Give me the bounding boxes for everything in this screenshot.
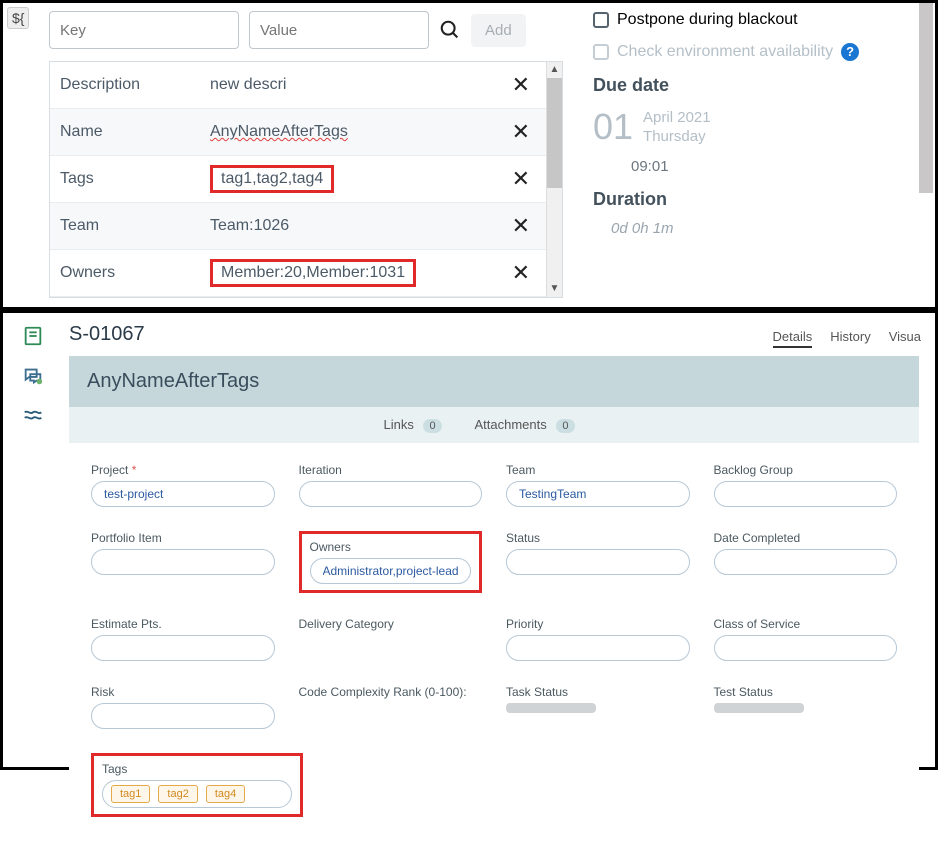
postpone-checkbox-line[interactable]: Postpone during blackout (593, 11, 915, 29)
project-label: Project (91, 463, 128, 477)
search-icon[interactable] (439, 19, 461, 41)
priority-label: Priority (506, 617, 690, 631)
delete-row-icon[interactable]: ✕ (506, 119, 536, 145)
tags-field[interactable]: tag1 tag2 tag4 (102, 780, 292, 808)
scroll-thumb[interactable] (547, 78, 562, 188)
delete-row-icon[interactable]: ✕ (506, 166, 536, 192)
date-completed-label: Date Completed (714, 531, 898, 545)
form-area: Project * Iteration Team Backlog Group (69, 443, 919, 861)
owners-label: Owners (310, 540, 472, 554)
checkbox-icon[interactable] (593, 12, 609, 28)
attachments-label[interactable]: Attachments (475, 417, 547, 432)
tag-chip[interactable]: tag1 (111, 785, 150, 803)
estimate-pts-label: Estimate Pts. (91, 617, 275, 631)
check-env-label: Check environment availability (617, 43, 833, 61)
row-value: new descri (210, 76, 506, 94)
task-status-bar (506, 703, 596, 713)
duration-value: 0d 0h 1m (611, 220, 915, 237)
estimate-pts-field[interactable] (91, 635, 275, 661)
team-label: Team (506, 463, 690, 477)
backlog-group-label: Backlog Group (714, 463, 898, 477)
kv-table: Description new descri ✕ Name AnyNameAft… (49, 61, 563, 298)
bottom-panel: S-01067 Details History Visua AnyNameAft… (0, 310, 938, 770)
scroll-up-icon[interactable]: ▲ (547, 62, 562, 78)
detail-tabs: Details History Visua (773, 329, 922, 348)
table-scrollbar[interactable]: ▲ ▼ (546, 62, 562, 297)
links-label[interactable]: Links (383, 417, 413, 432)
sub-band: Links 0 Attachments 0 (69, 407, 919, 443)
date-picker-display[interactable]: 01 April 2021 Thursday (593, 106, 915, 148)
add-button[interactable]: Add (471, 14, 526, 47)
scroll-down-icon[interactable]: ▼ (547, 281, 562, 297)
links-count: 0 (423, 419, 441, 433)
delete-row-icon[interactable]: ✕ (506, 72, 536, 98)
story-type-icon (22, 325, 44, 347)
row-value: tag1,tag2,tag4 (210, 165, 334, 193)
table-row: Name AnyNameAfterTags ✕ (50, 109, 546, 156)
test-status-label: Test Status (714, 685, 898, 699)
date-month-year: April 2021 (643, 108, 711, 128)
row-value: AnyNameAfterTags (210, 123, 348, 140)
portfolio-item-label: Portfolio Item (91, 531, 275, 545)
delivery-category-label: Delivery Category (299, 617, 483, 631)
table-row: Tags tag1,tag2,tag4 ✕ (50, 156, 546, 203)
backlog-group-field[interactable] (714, 481, 898, 507)
value-input[interactable] (249, 11, 429, 49)
tab-visual[interactable]: Visua (889, 329, 921, 348)
kv-input-row: Add (49, 11, 563, 49)
portfolio-item-field[interactable] (91, 549, 275, 575)
date-weekday: Thursday (643, 127, 711, 147)
duration-heading: Duration (593, 189, 915, 210)
priority-field[interactable] (506, 635, 690, 661)
help-icon[interactable]: ? (841, 43, 859, 61)
project-field[interactable] (91, 481, 275, 507)
team-field[interactable] (506, 481, 690, 507)
date-completed-field[interactable] (714, 549, 898, 575)
table-row: Description new descri ✕ (50, 62, 546, 109)
check-env-checkbox-line: Check environment availability ? (593, 43, 915, 61)
status-label: Status (506, 531, 690, 545)
iteration-field[interactable] (299, 481, 483, 507)
variable-picker-badge[interactable]: ${ (7, 7, 29, 29)
table-row: Team Team:1026 ✕ (50, 203, 546, 250)
tag-chip[interactable]: tag4 (206, 785, 245, 803)
row-value: Member:20,Member:1031 (210, 259, 416, 287)
table-row: Owners Member:20,Member:1031 ✕ (50, 250, 546, 297)
date-day: 01 (593, 106, 633, 148)
due-date-heading: Due date (593, 75, 915, 96)
row-value: Team:1026 (210, 217, 506, 235)
row-key: Name (60, 123, 210, 141)
class-of-service-label: Class of Service (714, 617, 898, 631)
story-title: AnyNameAfterTags (69, 356, 919, 407)
row-key: Tags (60, 170, 210, 188)
class-of-service-field[interactable] (714, 635, 898, 661)
tag-chip[interactable]: tag2 (158, 785, 197, 803)
attachments-count: 0 (556, 419, 574, 433)
row-key: Team (60, 217, 210, 235)
task-status-label: Task Status (506, 685, 690, 699)
top-panel: ${ Add Description new descri ✕ (0, 0, 938, 310)
comments-icon[interactable] (22, 365, 44, 387)
owners-field[interactable] (310, 558, 472, 584)
row-key: Description (60, 76, 210, 94)
risk-field[interactable] (91, 703, 275, 729)
due-time[interactable]: 09:01 (631, 158, 915, 175)
checkbox-icon (593, 44, 609, 60)
key-input[interactable] (49, 11, 239, 49)
left-icon-rail (13, 325, 53, 427)
status-field[interactable] (506, 549, 690, 575)
code-complexity-label: Code Complexity Rank (0-100): (299, 685, 483, 699)
tab-details[interactable]: Details (773, 329, 813, 348)
tags-label: Tags (102, 762, 292, 776)
delete-row-icon[interactable]: ✕ (506, 260, 536, 286)
postpone-label: Postpone during blackout (617, 11, 798, 29)
row-key: Owners (60, 264, 210, 282)
test-status-bar (714, 703, 804, 713)
waves-icon[interactable] (22, 405, 44, 427)
tab-history[interactable]: History (830, 329, 870, 348)
right-scrollbar[interactable] (919, 3, 933, 193)
risk-label: Risk (91, 685, 275, 699)
delete-row-icon[interactable]: ✕ (506, 213, 536, 239)
iteration-label: Iteration (299, 463, 483, 477)
